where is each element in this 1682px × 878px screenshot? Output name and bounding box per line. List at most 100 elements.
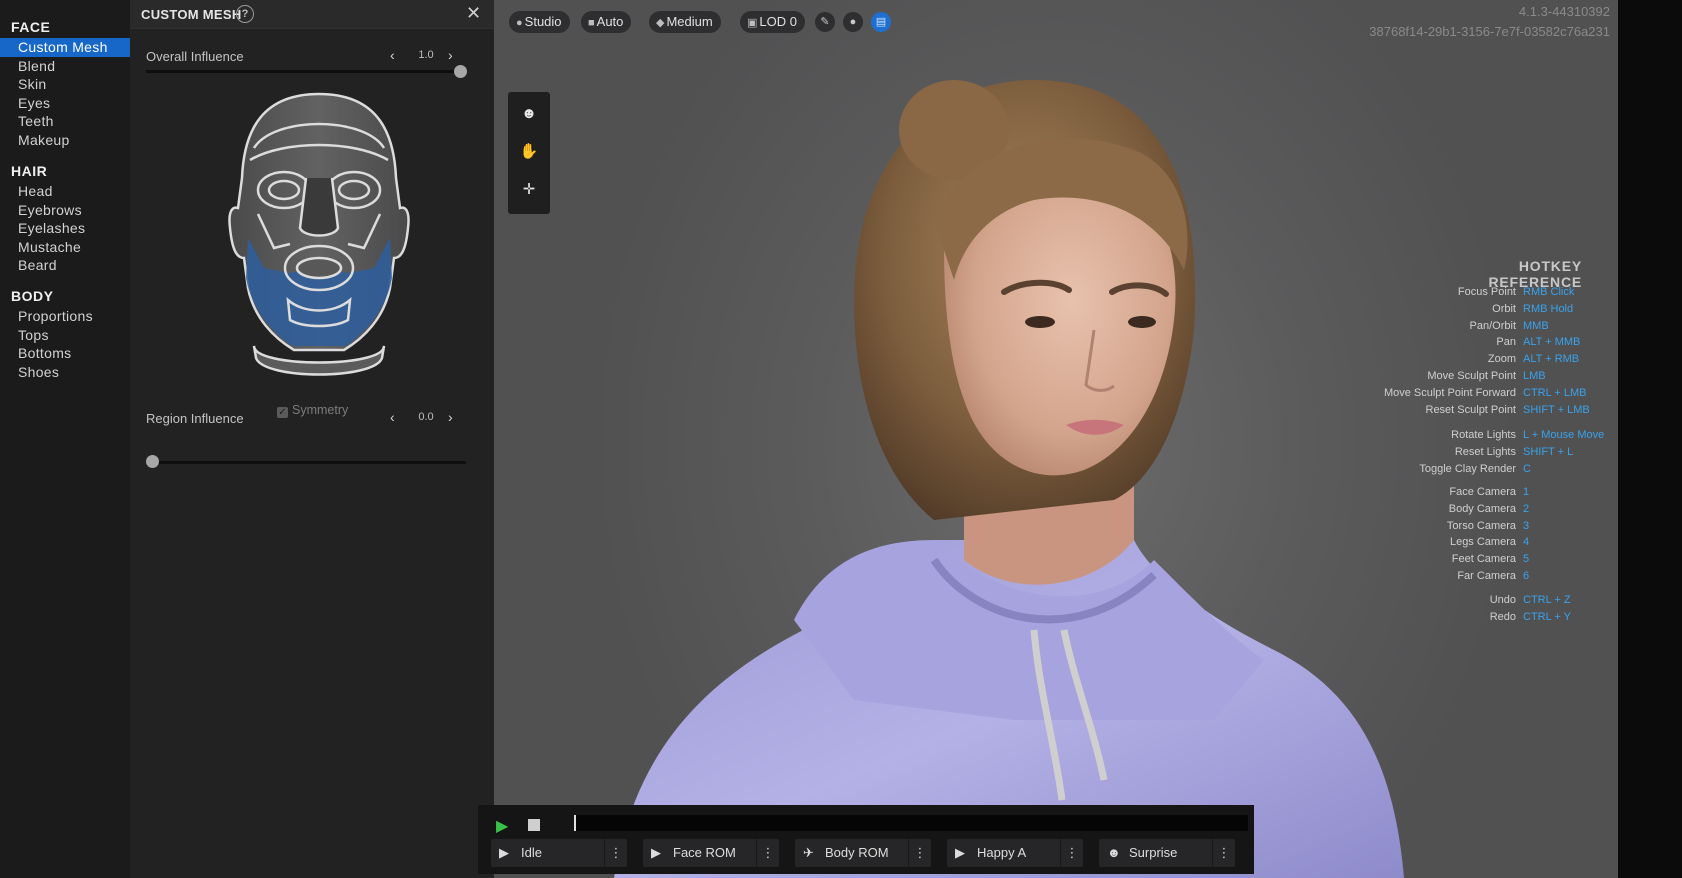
region-influence-value: 0.0 bbox=[418, 411, 434, 423]
hotkey-row: Redo CTRL + Y bbox=[1490, 610, 1618, 624]
more-options-icon[interactable]: ⋮ bbox=[1060, 839, 1083, 867]
animation-label: Face ROM bbox=[673, 845, 736, 860]
nav-section-face: FACE bbox=[11, 19, 51, 35]
animation-surprise-button[interactable]: ☻ Surprise ⋮ bbox=[1099, 839, 1235, 867]
stop-icon[interactable] bbox=[528, 819, 540, 831]
more-options-icon[interactable]: ⋮ bbox=[604, 839, 627, 867]
hotkey-key: SHIFT + L bbox=[1523, 445, 1574, 458]
light-bulb-icon: ● bbox=[516, 17, 523, 29]
chevron-left-icon[interactable]: ‹ bbox=[390, 409, 395, 425]
checkmark-icon[interactable]: ✓ bbox=[277, 407, 288, 418]
quality-button[interactable]: ◆ Medium bbox=[649, 11, 721, 33]
nav-item-makeup[interactable]: Makeup bbox=[0, 131, 147, 150]
nav-item-bottoms[interactable]: Bottoms bbox=[0, 344, 147, 363]
version-label: 4.1.3-44310392 bbox=[1518, 4, 1610, 19]
animation-bar: ▶ ▶ Idle ⋮ ▶ Face ROM ⋮ ✈ Body ROM ⋮ ▶ Happy A ⋮ ☻ Su… bbox=[478, 805, 1254, 874]
animation-happy-a-button[interactable]: ▶ Happy A ⋮ bbox=[947, 839, 1083, 867]
lod-button[interactable]: ▣ LOD 0 bbox=[740, 11, 805, 33]
nav-item-beard[interactable]: Beard bbox=[0, 256, 147, 275]
hotkey-key: SHIFT + LMB bbox=[1523, 403, 1590, 416]
cube-icon: ▣ bbox=[747, 17, 758, 29]
hotkey-action: Rotate Lights bbox=[1451, 429, 1516, 441]
hotkey-action: Pan bbox=[1496, 336, 1516, 349]
auto-button[interactable]: ■ Auto bbox=[581, 11, 632, 33]
nav-item-skin[interactable]: Skin bbox=[0, 75, 147, 94]
overall-influence-thumb[interactable] bbox=[454, 65, 467, 78]
hotkey-action: Undo bbox=[1489, 594, 1516, 606]
keyboard-overlay-icon[interactable]: ▤ bbox=[871, 12, 891, 32]
hotkey-action: Body Camera bbox=[1448, 502, 1516, 515]
hotkey-key: CTRL + Y bbox=[1523, 610, 1571, 623]
hotkey-key: CTRL + LMB bbox=[1523, 386, 1587, 399]
hand-icon[interactable]: ✋ bbox=[508, 134, 550, 170]
chevron-right-icon[interactable]: › bbox=[448, 409, 453, 425]
overall-influence-track[interactable] bbox=[146, 70, 466, 73]
move-icon[interactable]: ✛ bbox=[508, 172, 550, 208]
hotkey-key: RMB Click bbox=[1523, 286, 1575, 298]
hotkey-key: MMB bbox=[1523, 319, 1549, 332]
studio-button[interactable]: ● Studio bbox=[509, 11, 570, 33]
hotkey-row: Far Camera 6 bbox=[1457, 569, 1618, 583]
skull-icon[interactable]: ☻ bbox=[508, 96, 550, 132]
head-icon[interactable]: ● bbox=[843, 12, 863, 32]
symmetry-label: Symmetry bbox=[292, 403, 349, 417]
play-icon[interactable]: ▶ bbox=[496, 816, 508, 836]
hotkey-row: Zoom ALT + RMB bbox=[1488, 352, 1618, 366]
play-circle-icon: ▶ bbox=[955, 845, 965, 860]
hotkey-row: Toggle Clay Render C bbox=[1419, 462, 1618, 476]
timeline-scrubber[interactable] bbox=[574, 815, 1248, 831]
hotkey-key: 4 bbox=[1523, 536, 1530, 549]
hotkey-action: Orbit bbox=[1492, 302, 1516, 315]
hotkey-row: Move Sculpt Point Forward CTRL + LMB bbox=[1384, 386, 1618, 400]
hotkey-key: 5 bbox=[1523, 553, 1530, 566]
chevron-left-icon[interactable]: ‹ bbox=[390, 47, 395, 63]
brush-icon[interactable]: ✎ bbox=[815, 12, 835, 32]
custom-mesh-panel: CUSTOM MESH ? ✕ Overall Influence ‹ 1.0 … bbox=[130, 0, 494, 878]
animation-body-rom-button[interactable]: ✈ Body ROM ⋮ bbox=[795, 839, 931, 867]
hotkey-action: Move Sculpt Point bbox=[1427, 370, 1516, 382]
right-edge bbox=[1618, 0, 1682, 878]
running-figure-icon: ✈ bbox=[803, 845, 814, 860]
hotkey-row: Undo CTRL + Z bbox=[1490, 593, 1618, 607]
more-options-icon[interactable]: ⋮ bbox=[1212, 839, 1235, 867]
hotkey-row: Pan/Orbit MMB bbox=[1470, 319, 1618, 333]
region-influence-track[interactable] bbox=[146, 461, 466, 464]
play-circle-icon: ▶ bbox=[651, 845, 661, 860]
nav-item-shoes[interactable]: Shoes bbox=[0, 363, 147, 382]
animation-idle-button[interactable]: ▶ Idle ⋮ bbox=[491, 839, 627, 867]
nav-item-head[interactable]: Head bbox=[0, 182, 147, 201]
hotkey-action: Torso Camera bbox=[1446, 519, 1516, 532]
3d-viewport[interactable]: ● Studio ■ Auto ◆ Medium ▣ LOD 0 ✎ ● ▤ 4.1.3… bbox=[494, 0, 1618, 878]
nav-item-mustache[interactable]: Mustache bbox=[0, 238, 147, 257]
nav-item-tops[interactable]: Tops bbox=[0, 326, 147, 345]
more-options-icon[interactable]: ⋮ bbox=[908, 839, 931, 867]
nav-item-eyes[interactable]: Eyes bbox=[0, 94, 147, 113]
help-icon[interactable]: ? bbox=[236, 5, 254, 23]
nav-item-eyebrows[interactable]: Eyebrows bbox=[0, 201, 147, 220]
close-icon[interactable]: ✕ bbox=[466, 3, 481, 24]
nav-item-blend[interactable]: Blend bbox=[0, 57, 147, 76]
asset-guid-label: 38768f14-29b1-3156-7e7f-03582c76a231 bbox=[1369, 24, 1610, 39]
hotkey-action: Move Sculpt Point Forward bbox=[1383, 386, 1516, 399]
hotkey-key: 3 bbox=[1523, 519, 1530, 532]
hotkey-action: Legs Camera bbox=[1449, 536, 1516, 549]
animation-label: Happy A bbox=[977, 845, 1027, 860]
nav-item-teeth[interactable]: Teeth bbox=[0, 112, 147, 131]
symmetry-checkbox-row[interactable]: ✓ Symmetry bbox=[277, 403, 348, 418]
face-region-map[interactable] bbox=[214, 88, 424, 386]
more-options-icon[interactable]: ⋮ bbox=[756, 839, 779, 867]
hotkey-key: 1 bbox=[1523, 486, 1530, 498]
nav-item-eyelashes[interactable]: Eyelashes bbox=[0, 219, 147, 238]
region-influence-stepper: ‹ 0.0 › bbox=[384, 409, 468, 427]
hotkey-action: Reset Lights bbox=[1454, 445, 1516, 458]
overall-influence-stepper: ‹ 1.0 › bbox=[384, 47, 468, 65]
hotkey-action: Reset Sculpt Point bbox=[1425, 403, 1517, 416]
animation-label: Body ROM bbox=[825, 845, 889, 860]
hotkey-row: Body Camera 2 bbox=[1449, 502, 1618, 516]
nav-item-proportions[interactable]: Proportions bbox=[0, 307, 147, 326]
hotkey-row: Feet Camera 5 bbox=[1452, 552, 1618, 566]
nav-item-custom-mesh[interactable]: Custom Mesh bbox=[0, 38, 147, 57]
chevron-right-icon[interactable]: › bbox=[448, 47, 453, 63]
region-influence-thumb[interactable] bbox=[146, 455, 159, 468]
animation-face-rom-button[interactable]: ▶ Face ROM ⋮ bbox=[643, 839, 779, 867]
